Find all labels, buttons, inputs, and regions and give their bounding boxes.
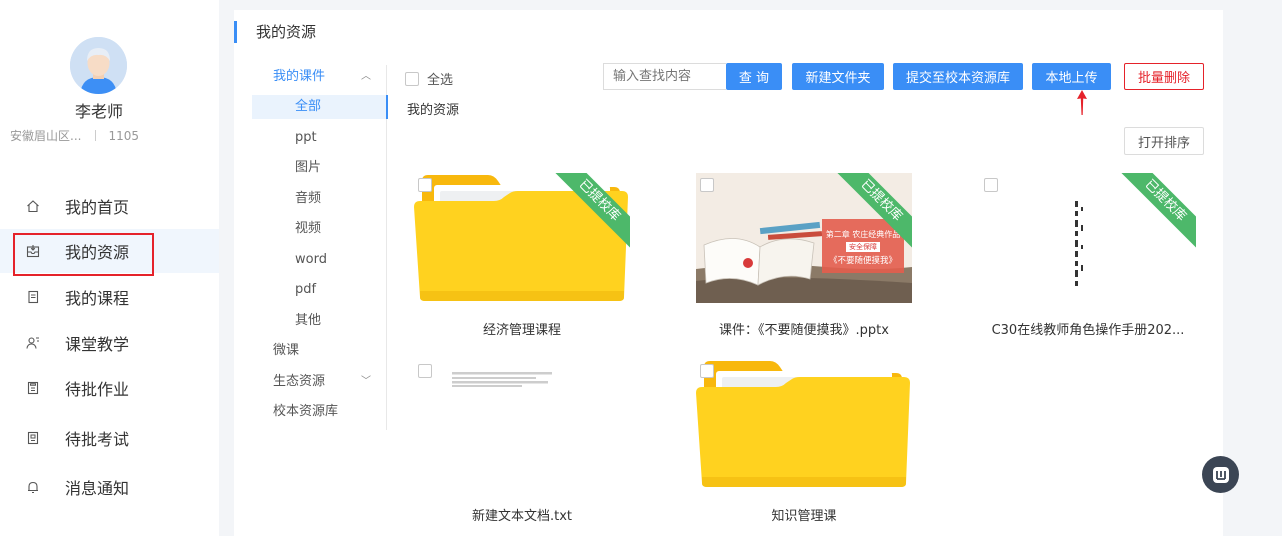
course-book-icon bbox=[25, 289, 41, 305]
tree-label: 音频 bbox=[295, 191, 322, 206]
batch-delete-button[interactable]: 批量删除 bbox=[1124, 63, 1204, 90]
book-open-icon bbox=[1212, 466, 1229, 483]
folder-thumbnail bbox=[696, 359, 912, 489]
tree-label: 校本资源库 bbox=[273, 404, 339, 419]
file-checkbox[interactable] bbox=[418, 364, 432, 378]
avatar[interactable] bbox=[70, 37, 127, 94]
folder-icon bbox=[696, 361, 910, 487]
select-all[interactable]: 全选 bbox=[405, 69, 453, 88]
file-checkbox[interactable] bbox=[984, 178, 998, 192]
file-name: 新建文本文档.txt bbox=[471, 509, 573, 524]
file-checkbox[interactable] bbox=[700, 178, 714, 192]
homework-doc-icon bbox=[25, 380, 41, 396]
page-title: 我的资源 bbox=[234, 20, 316, 44]
submit-to-school-button[interactable]: 提交至校本资源库 bbox=[893, 63, 1023, 90]
nav-pending-exams[interactable]: 待批考试 bbox=[0, 416, 219, 460]
file-checkbox[interactable] bbox=[700, 364, 714, 378]
breadcrumb: 我的资源 bbox=[407, 103, 460, 118]
teacher-meta: 安徽眉山区... 1105 bbox=[10, 127, 139, 144]
pptx-thumbnail: 第二章 农庄经典作品 安全保障 《不要随便摸我》 已提校库 bbox=[696, 173, 912, 303]
left-sidebar: 李老师 安徽眉山区... 1105 我的首页 我的资源 我的课程 课堂教学 待批作… bbox=[0, 0, 219, 536]
new-folder-button[interactable]: 新建文件夹 bbox=[792, 63, 884, 90]
file-name: 知识管理课 bbox=[771, 509, 837, 524]
tree-micro-lessons[interactable]: 微课 bbox=[252, 339, 387, 363]
tree-sub-video[interactable]: 视频 bbox=[252, 217, 387, 241]
nav-pending-homework[interactable]: 待批作业 bbox=[0, 366, 219, 410]
highlight-box bbox=[13, 233, 154, 276]
tree-label: 其他 bbox=[295, 313, 322, 328]
tree-sub-image[interactable]: 图片 bbox=[252, 156, 387, 180]
nav-label: 课堂教学 bbox=[65, 335, 130, 354]
pptx-chapter-text: 第二章 农庄经典作品 bbox=[825, 230, 901, 239]
tree-label: 全部 bbox=[295, 99, 322, 114]
tree-label: ppt bbox=[295, 130, 317, 145]
doc-thumbnail: 已提校库 bbox=[980, 173, 1196, 303]
chevron-down-icon: ﹀ bbox=[361, 376, 371, 387]
teacher-name: 李老师 bbox=[74, 102, 123, 121]
nav-label: 待批考试 bbox=[65, 430, 130, 449]
resource-panel: 我的资源 我的课件 ︿ 全部 ppt 图片 音频 视频 word pdf 其他 … bbox=[234, 10, 1223, 536]
tree-label: 视频 bbox=[295, 221, 322, 236]
search-input[interactable] bbox=[603, 63, 726, 90]
folder-thumbnail: 已提校库 bbox=[414, 173, 630, 303]
txt-thumbnail bbox=[414, 359, 630, 489]
tree-sub-other[interactable]: 其他 bbox=[252, 309, 387, 333]
nav-notifications[interactable]: 消息通知 bbox=[0, 465, 219, 509]
nav-label: 待批作业 bbox=[65, 380, 130, 399]
local-upload-button[interactable]: 本地上传 bbox=[1032, 63, 1111, 90]
tree-eco-resources[interactable]: 生态资源 ﹀ bbox=[252, 370, 387, 394]
red-arrow-annotation bbox=[1077, 90, 1087, 115]
tree-sub-ppt[interactable]: ppt bbox=[252, 126, 387, 150]
file-name: C30在线教师角色操作手册202... bbox=[991, 323, 1185, 338]
nav-classroom-teaching[interactable]: 课堂教学 bbox=[0, 321, 219, 365]
tree-my-courseware[interactable]: 我的课件 ︿ bbox=[252, 65, 387, 89]
teacher-id: 1105 bbox=[108, 129, 139, 143]
tree-label: 生态资源 bbox=[273, 374, 326, 389]
bell-icon bbox=[25, 479, 41, 495]
tree-label: pdf bbox=[295, 282, 317, 297]
tree-sub-word[interactable]: word bbox=[252, 248, 387, 272]
file-name: 经济管理课程 bbox=[482, 323, 561, 338]
tree-label: word bbox=[295, 252, 327, 267]
tree-school-library[interactable]: 校本资源库 bbox=[252, 400, 387, 424]
nav-home[interactable]: 我的首页 bbox=[0, 184, 219, 228]
floating-help-button[interactable] bbox=[1202, 456, 1239, 493]
select-all-label: 全选 bbox=[427, 73, 454, 88]
nav-my-courses[interactable]: 我的课程 bbox=[0, 275, 219, 319]
file-name: 课件：《不要随便摸我》.pptx bbox=[719, 323, 889, 338]
school-name: 安徽眉山区... bbox=[10, 129, 82, 143]
file-checkbox[interactable] bbox=[418, 178, 432, 192]
category-tree: 我的课件 ︿ 全部 ppt 图片 音频 视频 word pdf 其他 微课 生态… bbox=[252, 65, 388, 430]
meta-divider bbox=[95, 130, 97, 141]
select-all-checkbox[interactable] bbox=[405, 71, 419, 86]
tree-label: 我的课件 bbox=[273, 69, 326, 84]
teaching-user-icon bbox=[25, 335, 41, 351]
tree-sub-all[interactable]: 全部 bbox=[252, 95, 388, 119]
search-button[interactable]: 查 询 bbox=[726, 63, 782, 90]
tree-label: 微课 bbox=[273, 343, 300, 358]
tree-sub-pdf[interactable]: pdf bbox=[252, 278, 387, 302]
tree-label: 图片 bbox=[295, 160, 322, 175]
sort-button[interactable]: 打开排序 bbox=[1124, 127, 1204, 155]
nav-label: 我的课程 bbox=[65, 289, 130, 308]
pptx-title-text: 《不要随便摸我》 bbox=[828, 256, 897, 266]
chevron-up-icon: ︿ bbox=[361, 71, 371, 82]
tree-sub-audio[interactable]: 音频 bbox=[252, 187, 387, 211]
nav-label: 消息通知 bbox=[65, 479, 130, 498]
nav-label: 我的首页 bbox=[65, 198, 130, 217]
exam-doc-icon bbox=[25, 430, 41, 446]
pptx-badge-text: 安全保障 bbox=[846, 242, 880, 252]
home-icon bbox=[25, 198, 41, 214]
text-preview-icon bbox=[414, 359, 630, 489]
